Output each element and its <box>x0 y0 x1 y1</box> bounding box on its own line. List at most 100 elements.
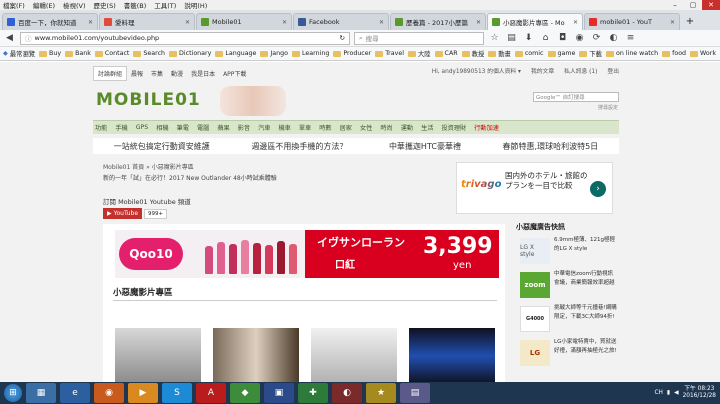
bookmark-folder[interactable]: on line watch <box>605 50 658 57</box>
video-thumbnail[interactable] <box>115 328 201 382</box>
tab-youtube[interactable]: mobile01 - YouT ✕ <box>584 13 680 30</box>
site-logo[interactable]: MOBILE01 <box>96 90 201 110</box>
search-bar[interactable]: ⌕ 搜尋 <box>354 31 484 45</box>
reload-icon[interactable]: ↻ <box>340 34 345 42</box>
profile-icon[interactable]: ◐ <box>607 32 620 45</box>
menu-bookmarks[interactable]: 書籤(B) <box>124 0 147 10</box>
maximize-button[interactable]: ▢ <box>684 0 702 10</box>
star-icon[interactable]: ☆ <box>488 32 501 45</box>
menu-file[interactable]: 檔案(F) <box>3 0 25 10</box>
download-icon[interactable]: ⬇ <box>522 32 535 45</box>
cat-item[interactable]: 影音 <box>238 123 250 132</box>
cat-item[interactable]: 筆電 <box>177 123 189 132</box>
skype-icon[interactable]: S <box>162 383 192 403</box>
bookmark-folder[interactable]: food <box>662 50 686 57</box>
app-icon[interactable]: ▣ <box>264 383 294 403</box>
bookmark-folder[interactable]: Buy <box>39 50 61 57</box>
explorer-icon[interactable]: ▦ <box>26 383 56 403</box>
google-search-input[interactable]: Google™ 自訂搜尋 <box>533 92 619 102</box>
tab-baidu[interactable]: 百度一下，你就知道 ✕ <box>2 13 98 30</box>
close-tab-icon[interactable]: ✕ <box>476 19 481 26</box>
sync-icon[interactable]: ⟳ <box>590 32 603 45</box>
tab-facebook[interactable]: Facebook ✕ <box>293 13 389 30</box>
cat-item[interactable]: 汽車 <box>258 123 270 132</box>
tab-forum-groups[interactable]: 討論群組 <box>93 65 128 81</box>
ie-icon[interactable]: e <box>60 383 90 403</box>
close-tab-icon[interactable]: ✕ <box>185 19 190 26</box>
menu-tools[interactable]: 工具(T) <box>154 0 176 10</box>
bookmark-folder[interactable]: CAR <box>434 50 458 57</box>
cat-item[interactable]: 相機 <box>156 123 168 132</box>
video-thumbnail[interactable] <box>311 328 397 382</box>
youtube-button[interactable]: ▶ YouTube <box>103 208 143 219</box>
bookmark-folder[interactable]: 大陸 <box>407 49 431 58</box>
tab-mobile01[interactable]: Mobile01 ✕ <box>196 13 292 30</box>
minimize-button[interactable]: – <box>666 0 684 10</box>
cat-item[interactable]: GPS <box>136 124 148 131</box>
video-thumbnail[interactable] <box>409 328 495 382</box>
promo-link[interactable]: 中華攜迦HTC豪華禮 <box>389 141 461 152</box>
url-bar[interactable]: ⓘ www.mobile01.com/youtubevideo.php ↻ <box>20 31 350 45</box>
menu-history[interactable]: 歷史(S) <box>94 0 116 10</box>
close-window-button[interactable]: ✕ <box>702 0 720 10</box>
hamburger-menu-icon[interactable]: ≡ <box>624 32 637 45</box>
qoo10-ysl-banner[interactable]: Qoo10 イヴサンローラン 口紅 3,399 yen <box>115 230 499 278</box>
close-tab-icon[interactable]: ✕ <box>88 19 93 26</box>
tab-video-zone[interactable]: 小惡魔影片專區 - Mo ✕ <box>487 13 583 30</box>
addon-icon[interactable]: ◉ <box>573 32 586 45</box>
pocket-icon[interactable]: ◘ <box>556 32 569 45</box>
close-tab-icon[interactable]: ✕ <box>379 19 384 26</box>
bookmark-folder[interactable]: Travel <box>375 50 404 57</box>
cat-item[interactable]: 女性 <box>360 123 372 132</box>
cat-item[interactable]: 運動 <box>401 123 413 132</box>
tab-app-download[interactable]: APP下載 <box>219 67 250 80</box>
bookmark-folder[interactable]: Language <box>215 50 256 57</box>
sidebar-ad-item[interactable]: zoom 中華電信zoom行動視訊會議，商業簡報效率超越 <box>516 270 619 300</box>
home-icon[interactable]: ⌂ <box>539 32 552 45</box>
sidebar-ad-item[interactable]: LG LG小家電特賣中，買就送好禮，滿額再抽極光之旅! <box>516 338 619 368</box>
acrobat-icon[interactable]: A <box>196 383 226 403</box>
promo-link[interactable]: 週邊區不用換手機的方法？ <box>251 141 347 152</box>
back-icon[interactable]: ◀ <box>3 32 16 45</box>
cat-item[interactable]: 電腦 <box>197 123 209 132</box>
logout-link[interactable]: 登出 <box>607 66 619 75</box>
bookmark-folder[interactable]: Jango <box>260 50 288 57</box>
bookmark-folder[interactable]: Learning <box>291 50 329 57</box>
bookmark-folder[interactable]: 下載 <box>579 49 602 58</box>
bookmark-folder[interactable]: Contact <box>94 50 129 57</box>
network-icon[interactable]: ▮ <box>667 390 670 396</box>
app-icon[interactable]: ✚ <box>298 383 328 403</box>
tab-japan[interactable]: 我是日本 <box>187 67 219 80</box>
start-button[interactable]: ⊞ <box>4 384 22 402</box>
media-player-icon[interactable]: ▶ <box>128 383 158 403</box>
library-icon[interactable]: ▤ <box>505 32 518 45</box>
bookmark-most-visited[interactable]: ◆ 最常瀏覽 <box>3 49 35 58</box>
close-tab-icon[interactable]: ✕ <box>670 19 675 26</box>
sidebar-ad-item[interactable]: LG X style 6.9mm極薄、121g極輕的LG X style <box>516 236 619 266</box>
new-tab-button[interactable]: + <box>683 14 697 28</box>
bookmark-folder[interactable]: Dictionary <box>169 50 211 57</box>
bookmark-folder[interactable]: 教授 <box>461 49 484 58</box>
bookmark-folder[interactable]: Search <box>133 50 165 57</box>
bookmark-folder[interactable]: Work <box>690 50 716 57</box>
app-icon[interactable]: ◆ <box>230 383 260 403</box>
youtube-subscribe[interactable]: ▶ YouTube 999+ <box>103 208 168 219</box>
menu-edit[interactable]: 編輯(E) <box>33 0 55 10</box>
tab-anime[interactable]: 動漫 <box>167 67 187 80</box>
cat-item[interactable]: 時尚 <box>380 123 392 132</box>
cat-item[interactable]: 功能 <box>95 123 107 132</box>
cat-item[interactable]: 投資理財 <box>441 123 466 132</box>
bookmark-folder[interactable]: game <box>547 50 575 57</box>
cat-item[interactable]: 手機 <box>115 123 127 132</box>
cat-item[interactable]: 蘋果 <box>217 123 229 132</box>
video-thumbnail[interactable] <box>213 328 299 382</box>
bookmark-folder[interactable]: comic <box>514 50 544 57</box>
cat-item[interactable]: 居家 <box>340 123 352 132</box>
close-tab-icon[interactable]: ✕ <box>282 19 287 26</box>
my-posts-link[interactable]: 我的文章 <box>531 66 554 75</box>
tab-forum[interactable]: 歷養篇 - 2017小歷篇 ✕ <box>390 13 486 30</box>
news-headline[interactable]: 新的一年「試」在必行！2017 New Outlander 48小時試乘體驗 <box>103 173 277 182</box>
promo-link[interactable]: 春節特惠,環球哈利波特5日 <box>503 141 599 152</box>
app-icon[interactable]: ▤ <box>400 383 430 403</box>
firefox-icon[interactable]: ◉ <box>94 383 124 403</box>
